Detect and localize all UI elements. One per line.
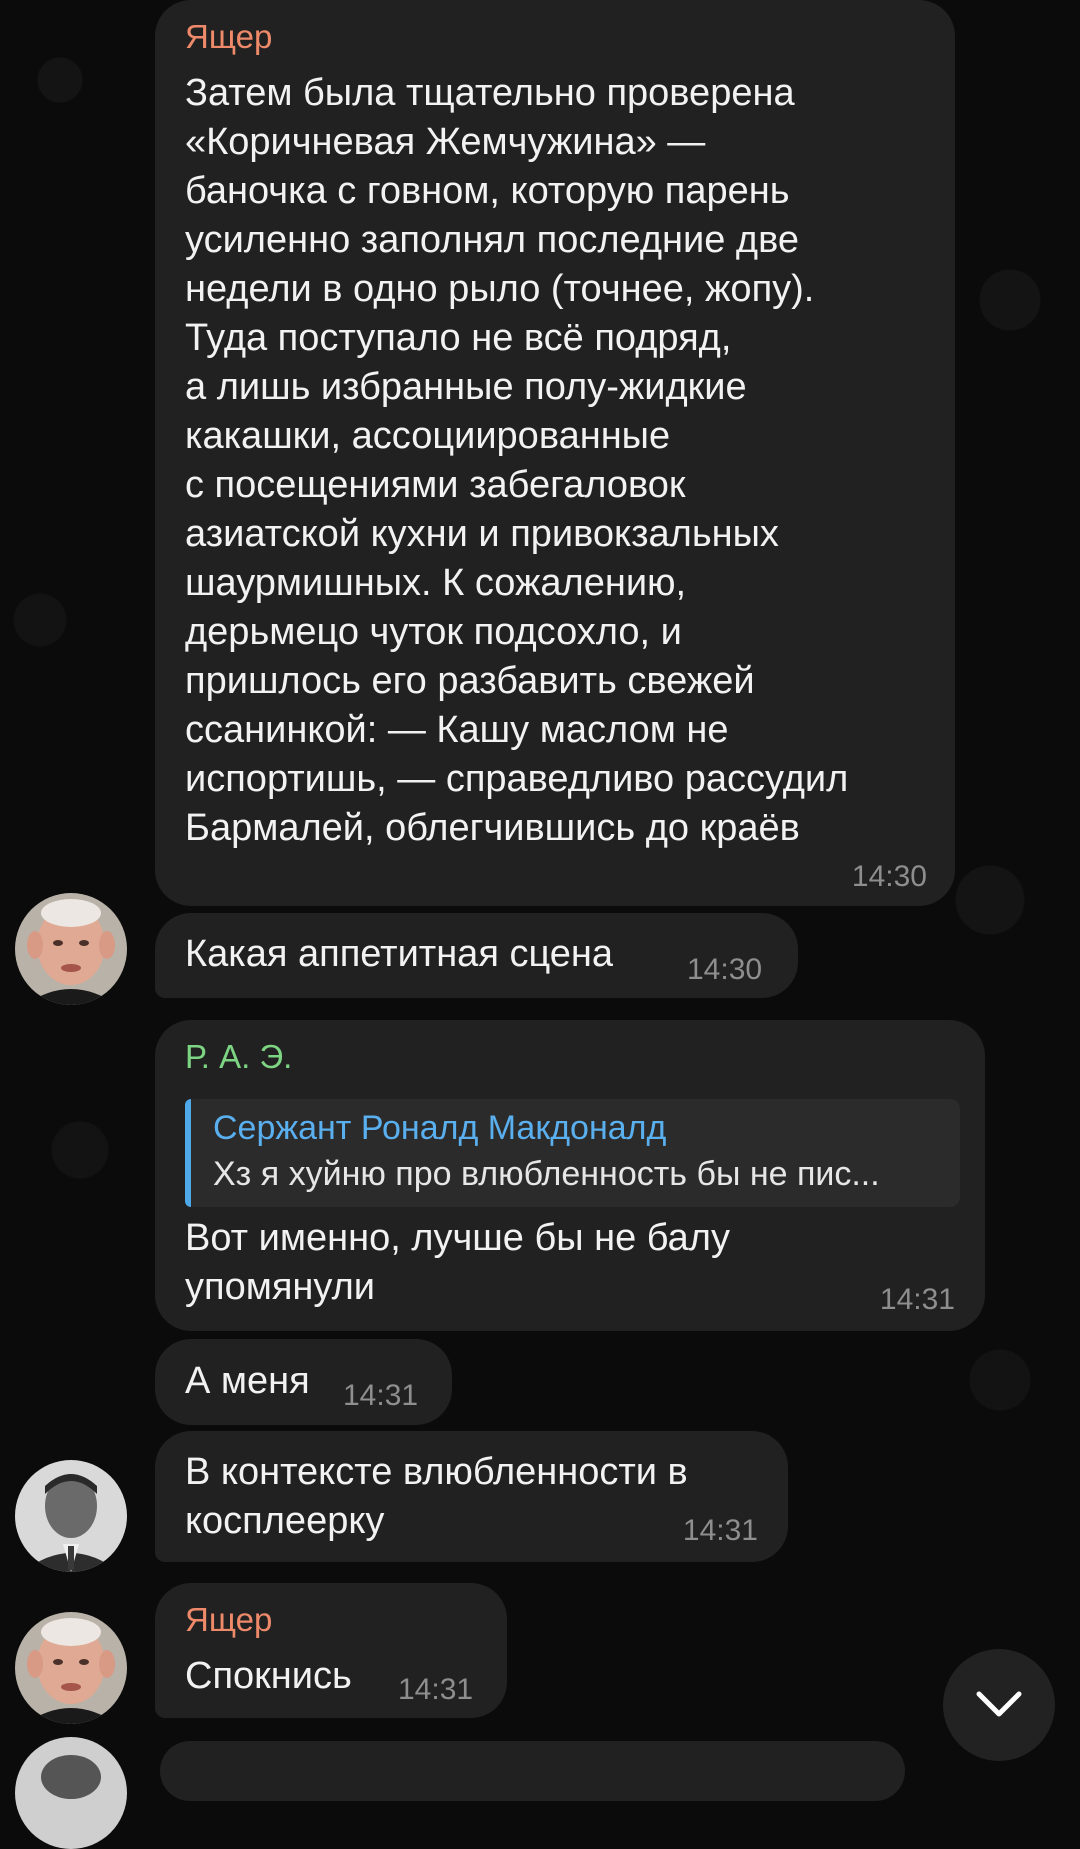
sender-name[interactable]: Ящер xyxy=(185,1601,272,1639)
message-line: испортишь, — справедливо рассудил xyxy=(185,758,849,800)
message-line: недели в одно рыло (точнее, жопу). xyxy=(185,268,815,310)
message-line: Туда поступало не всё подряд, xyxy=(185,317,732,359)
message-line: пришлось его разбавить свежей xyxy=(185,660,755,702)
avatar[interactable] xyxy=(15,1460,127,1572)
reply-snippet: Хз я хуйню про влюбленность бы не пис... xyxy=(213,1155,880,1193)
reply-preview[interactable]: Сержант Роналд Макдоналд Хз я хуйню про … xyxy=(185,1099,960,1207)
sender-name[interactable]: Р. А. Э. xyxy=(185,1038,292,1076)
message-line: упомянули xyxy=(185,1266,375,1308)
message-line: с посещениями забегаловок xyxy=(185,464,686,506)
message-bubble[interactable]: А меня 14:31 xyxy=(155,1339,452,1425)
message-line: а лишь избранные полу-жидкие xyxy=(185,366,747,408)
reply-accent-bar xyxy=(185,1099,191,1207)
chevron-down-icon xyxy=(976,1691,1022,1717)
reply-author: Сержант Роналд Макдоналд xyxy=(213,1109,667,1147)
avatar[interactable] xyxy=(15,1737,127,1849)
message-timestamp: 14:31 xyxy=(879,1283,955,1316)
message-line: косплеерку xyxy=(185,1500,385,1542)
message-line: какашки, ассоциированные xyxy=(185,415,671,457)
message-text: Какая аппетитная сцена xyxy=(185,933,614,975)
message-timestamp: 14:31 xyxy=(682,1514,758,1547)
message-line: В контексте влюбленности в xyxy=(185,1451,688,1493)
message-text: Спокнись xyxy=(185,1655,352,1697)
message-bubble[interactable]: Ящер Спокнись 14:31 xyxy=(155,1583,507,1718)
message-line: ссанинкой: — Кашу маслом не xyxy=(185,709,729,751)
message-timestamp: 14:30 xyxy=(687,953,763,986)
message-bubble[interactable]: В контексте влюбленности в косплеерку 14… xyxy=(155,1431,788,1562)
message-timestamp: 14:30 xyxy=(851,860,927,893)
avatar[interactable] xyxy=(15,1612,127,1724)
scroll-to-bottom-button[interactable] xyxy=(943,1649,1055,1761)
message-line: шаурмишных. К сожалению, xyxy=(185,562,687,604)
message-line: Бармалей, облегчившись до краёв xyxy=(185,807,800,849)
message-line: Затем была тщательно проверена xyxy=(185,72,795,114)
message-text: А меня xyxy=(185,1360,310,1402)
message-timestamp: 14:31 xyxy=(343,1379,419,1412)
message-timestamp: 14:31 xyxy=(398,1673,474,1706)
message-bubble-yashcher-long[interactable]: Ящер Затем была тщательно проверена «Кор… xyxy=(155,0,955,906)
message-bubble-reply[interactable]: Р. А. Э. Сержант Роналд Макдоналд Хз я х… xyxy=(155,1020,985,1331)
avatar[interactable] xyxy=(15,893,127,1005)
message-bubble[interactable]: Какая аппетитная сцена 14:30 xyxy=(155,913,798,998)
message-line: Вот именно, лучше бы не балу xyxy=(185,1217,730,1259)
sender-name[interactable]: Ящер xyxy=(185,18,272,56)
message-line: усиленно заполнял последние две xyxy=(185,219,799,261)
message-line: «Коричневая Жемчужина» — xyxy=(185,121,706,163)
message-bubble-partial[interactable] xyxy=(160,1741,905,1801)
message-line: азиатской кухни и привокзальных xyxy=(185,513,779,555)
message-line: баночка с говном, которую парень xyxy=(185,170,790,212)
message-line: дерьмецо чуток подсохло, и xyxy=(185,611,682,653)
